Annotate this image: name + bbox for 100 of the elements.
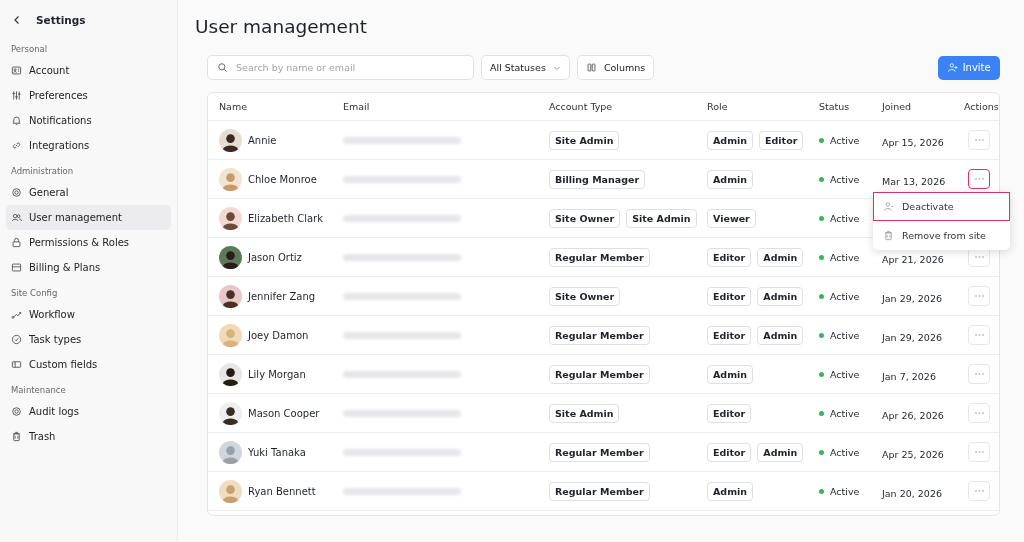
account-type-tag: Site Admin	[626, 208, 697, 228]
check-circle-icon	[11, 334, 22, 345]
joined-date: Jan 29, 2026	[882, 292, 942, 304]
users-icon	[11, 212, 22, 223]
role-tag: Editor	[707, 286, 752, 306]
avatar-icon	[219, 479, 242, 503]
status-filter-dropdown[interactable]: All Statuses	[481, 55, 570, 80]
joined-date: Jan 20, 2026	[882, 487, 942, 499]
user-name: Ryan Bennett	[248, 485, 316, 497]
role-tag: Editor	[759, 130, 804, 150]
more-actions-button[interactable]	[968, 169, 990, 189]
account-type-tag: Site Admin	[549, 130, 620, 150]
sidebar-item[interactable]: Workflow	[6, 302, 171, 327]
sidebar-item[interactable]: Trash	[6, 424, 171, 449]
role-tag: Admin	[757, 442, 804, 462]
sidebar-item[interactable]: User management	[6, 205, 171, 230]
status-text: Active	[830, 407, 860, 419]
sidebar-item[interactable]: Notifications	[6, 108, 171, 133]
columns-button[interactable]: Columns	[576, 55, 655, 80]
account-type-tag: Regular Member	[549, 325, 650, 345]
role-tag: Admin	[707, 169, 754, 189]
status-text: Active	[830, 134, 860, 146]
avatar-icon	[219, 167, 242, 191]
role-tag: Editor	[707, 325, 752, 345]
status-text: Active	[830, 212, 860, 224]
avatar-icon	[219, 245, 242, 269]
status-text: Active	[830, 485, 860, 497]
status-text: Active	[830, 368, 860, 380]
user-plus-icon	[946, 62, 958, 73]
status-dot	[819, 410, 824, 416]
user-minus-icon	[883, 201, 894, 212]
user-name: Joey Damon	[248, 329, 309, 341]
gear-icon	[11, 406, 22, 417]
account-type-tag: Regular Member	[549, 247, 650, 267]
back-icon[interactable]	[12, 15, 22, 25]
card-icon	[11, 262, 22, 273]
role-tag: Admin	[757, 325, 804, 345]
role-tag: Viewer	[707, 208, 756, 228]
menu-item[interactable]: Remove from site	[873, 221, 1010, 250]
column-header: Account Type	[549, 101, 614, 112]
sidebar-item[interactable]: Custom fields	[6, 352, 171, 377]
sidebar-item[interactable]: Integrations	[6, 133, 171, 158]
role-tag: Admin	[707, 481, 754, 501]
user-name: Yuki Tanaka	[248, 446, 306, 458]
user-name: Jason Ortiz	[248, 251, 302, 263]
avatar-icon	[219, 284, 242, 308]
joined-date: Jan 7, 2026	[882, 370, 936, 382]
column-header: Name	[219, 101, 249, 112]
field-icon	[11, 359, 22, 370]
search-field[interactable]: Search by name or email	[207, 55, 474, 80]
account-type-tag: Regular Member	[549, 442, 650, 462]
status-text: Active	[830, 173, 860, 185]
status-dot	[819, 215, 824, 221]
user-name: Lily Morgan	[248, 368, 306, 380]
sidebar-item[interactable]: General	[6, 180, 171, 205]
section-label: Site Config	[10, 287, 59, 300]
section-label: Administration	[10, 165, 75, 178]
columns-icon	[585, 62, 597, 73]
status-dot	[819, 137, 824, 143]
status-dot	[819, 332, 824, 338]
user-name: Elizabeth Clark	[248, 212, 323, 224]
role-tag: Editor	[707, 442, 752, 462]
column-header: Joined	[882, 101, 913, 112]
avatar-icon	[219, 401, 242, 425]
account-type-tag: Site Owner	[549, 208, 621, 228]
avatar-icon	[219, 323, 242, 347]
menu-item[interactable]: Deactivate	[873, 192, 1010, 221]
user-name: Annie	[248, 134, 277, 146]
sidebar-item[interactable]: Audit logs	[6, 399, 171, 424]
search-icon	[217, 62, 228, 73]
id-card-icon	[11, 65, 22, 76]
status-dot	[819, 449, 824, 455]
role-tag: Editor	[707, 247, 752, 267]
status-dot	[819, 293, 824, 299]
status-text: Active	[830, 446, 860, 458]
avatar-icon	[219, 362, 242, 386]
sidebar-item[interactable]: Account	[6, 58, 171, 83]
link-icon	[11, 140, 22, 151]
sidebar-item[interactable]: Billing & Plans	[6, 255, 171, 280]
role-tag: Editor	[707, 403, 752, 423]
account-type-tag: Regular Member	[549, 481, 650, 501]
joined-date: Apr 21, 2026	[882, 253, 944, 265]
user-name: Mason Cooper	[248, 407, 320, 419]
account-type-tag: Billing Manager	[549, 169, 646, 189]
workflow-icon	[11, 309, 22, 320]
status-text: Active	[830, 290, 860, 302]
sidebar-item[interactable]: Preferences	[6, 83, 171, 108]
sidebar-item[interactable]: Task types	[6, 327, 171, 352]
invite-button[interactable]: Invite	[937, 55, 1000, 80]
sidebar-title: Settings	[36, 14, 86, 26]
sidebar-item[interactable]: Permissions & Roles	[6, 230, 171, 255]
account-type-tag: Site Owner	[549, 286, 621, 306]
joined-date: Jan 29, 2026	[882, 331, 942, 343]
page-title: User management	[195, 16, 368, 39]
user-name: Chloe Monroe	[248, 173, 317, 185]
section-label: Personal	[10, 43, 49, 56]
lock-icon	[11, 237, 22, 248]
sliders-icon	[11, 90, 22, 101]
role-tag: Admin	[707, 364, 754, 384]
role-tag: Admin	[757, 286, 804, 306]
